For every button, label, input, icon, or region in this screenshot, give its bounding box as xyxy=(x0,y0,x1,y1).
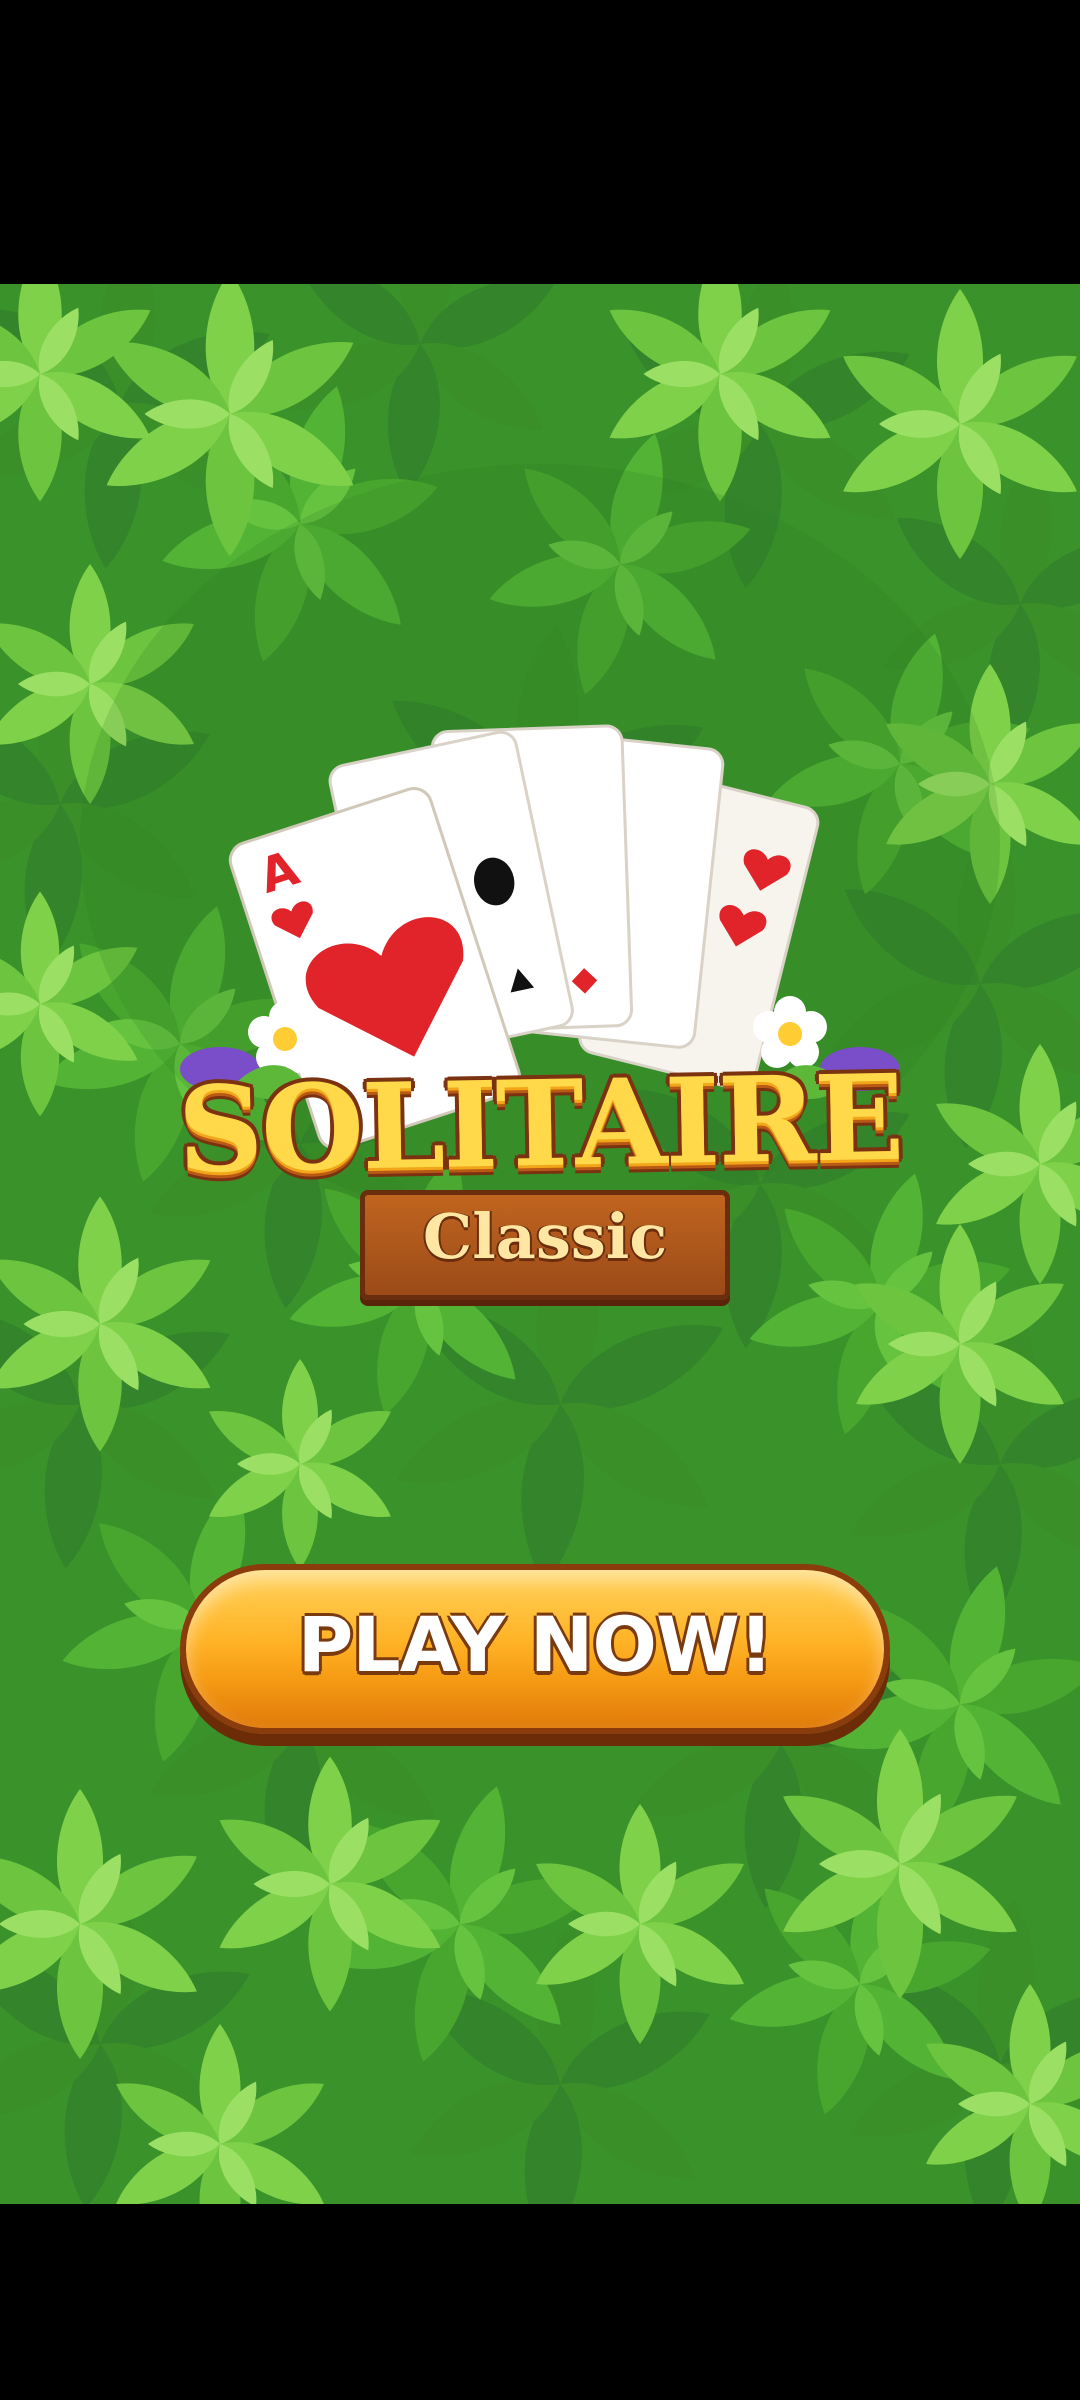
play-now-label: PLAY NOW! xyxy=(297,1600,774,1689)
title-banner: SOLITAIRE Classic xyxy=(160,1024,920,1300)
play-now-button[interactable]: PLAY NOW! xyxy=(180,1564,890,1734)
splash-screen: A SOLITAIRE Classic PLAY NOW! xyxy=(0,284,1080,2204)
game-title: SOLITAIRE xyxy=(176,1047,904,1200)
game-subtitle: Classic xyxy=(422,1200,668,1273)
screen: A SOLITAIRE Classic PLAY NOW! xyxy=(0,0,1080,2400)
bottom-black-bar xyxy=(0,2204,1080,2400)
top-black-bar xyxy=(0,0,1080,284)
game-logo: A SOLITAIRE Classic xyxy=(140,724,940,1344)
